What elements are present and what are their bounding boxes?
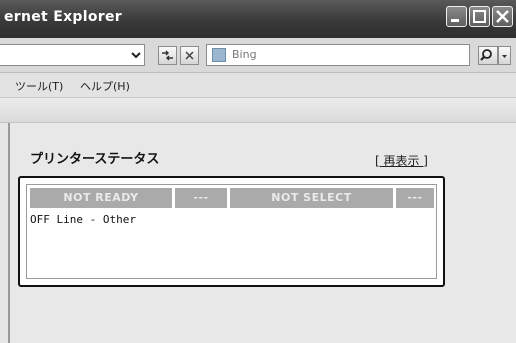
refresh-link[interactable]: [ 再表示 ]: [375, 152, 428, 169]
stop-button[interactable]: [180, 46, 199, 65]
status-cell-not-ready: NOT READY: [30, 188, 172, 208]
menu-item-tools[interactable]: ツール(T): [15, 78, 63, 94]
chevron-down-icon: [502, 55, 507, 58]
address-dropdown-button[interactable]: [128, 46, 144, 65]
status-cell-empty-1: ---: [175, 188, 227, 208]
close-icon: [496, 10, 509, 23]
status-message: OFF Line - Other: [30, 213, 136, 226]
page-title: プリンターステータス: [30, 152, 160, 167]
minimize-button[interactable]: [446, 6, 467, 27]
status-cell-not-select: NOT SELECT: [230, 188, 393, 208]
search-placeholder: Bing: [232, 48, 257, 61]
address-input[interactable]: [0, 44, 145, 66]
search-box[interactable]: Bing: [206, 44, 470, 66]
close-button[interactable]: [492, 6, 513, 27]
stop-icon: [185, 51, 194, 60]
menu-item-help[interactable]: ヘルプ(H): [80, 78, 130, 94]
search-options-button[interactable]: [498, 46, 511, 65]
maximize-icon: [473, 10, 486, 23]
command-bar: [0, 98, 516, 123]
address-bar: Bing: [0, 38, 516, 73]
printer-status-panel: NOT READY --- NOT SELECT --- OFF Line - …: [18, 176, 445, 287]
refresh-icon: [162, 50, 173, 61]
status-cell-empty-2: ---: [396, 188, 434, 208]
bing-icon: [212, 48, 226, 62]
maximize-button[interactable]: [469, 6, 490, 27]
status-box: NOT READY --- NOT SELECT --- OFF Line - …: [26, 184, 437, 279]
magnifier-icon: [480, 49, 492, 61]
chevron-down-icon: [131, 52, 141, 59]
search-button[interactable]: [478, 46, 498, 65]
minimize-icon: [451, 19, 459, 22]
refresh-nav-button[interactable]: [158, 46, 177, 65]
title-bar: ernet Explorer: [0, 0, 516, 38]
window-title: ernet Explorer: [4, 9, 122, 25]
menu-bar: ツール(T) ヘルプ(H): [0, 73, 516, 98]
